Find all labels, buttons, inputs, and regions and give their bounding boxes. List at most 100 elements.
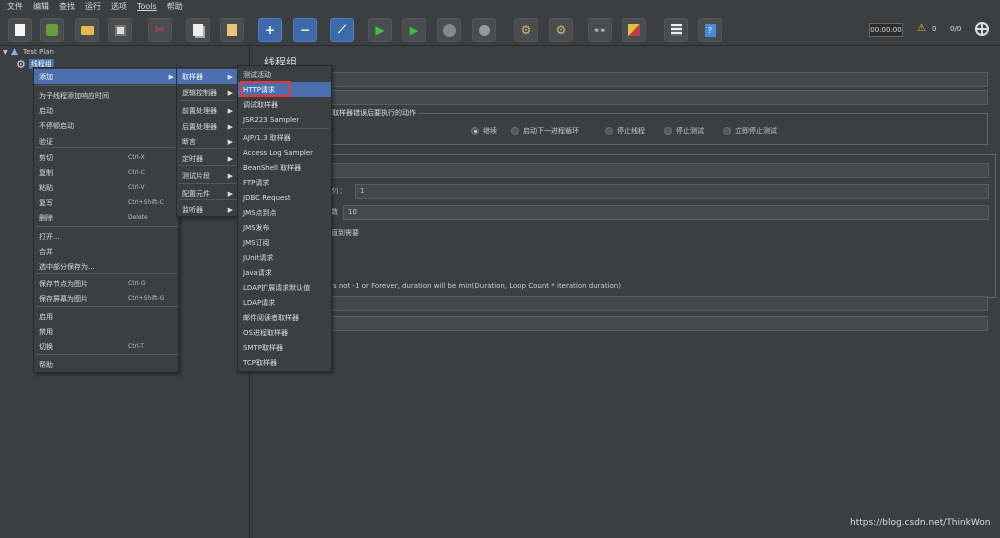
start-no-pause-button[interactable]: ▶: [402, 18, 426, 42]
toggle-button[interactable]: ⟋: [330, 18, 354, 42]
menu-separator: [179, 100, 237, 101]
ramp-up-field[interactable]: 1: [355, 184, 989, 199]
expand-button[interactable]: +: [258, 18, 282, 42]
menu-item[interactable]: 后置处理器 ▶: [177, 119, 237, 134]
radio-next-loop[interactable]: 启动下一进程循环: [511, 126, 579, 136]
menu-item[interactable]: JMS订阅: [238, 235, 331, 250]
menu-item[interactable]: JMS点到点: [238, 205, 331, 220]
reset-search-button[interactable]: [622, 18, 646, 42]
menu-item[interactable]: OS进程取样器: [238, 325, 331, 340]
menu-tools[interactable]: Tools: [132, 0, 162, 14]
cut-button[interactable]: ✂: [148, 18, 172, 42]
menu-item[interactable]: 保存节点为图片 Ctrl-G: [34, 276, 178, 291]
loop-count-field[interactable]: 10: [343, 205, 989, 220]
menu-item[interactable]: JUnit请求: [238, 250, 331, 265]
remote-icon[interactable]: [975, 22, 989, 36]
clear-button[interactable]: ⚙: [514, 18, 538, 42]
menu-item[interactable]: 断言 ▶: [177, 134, 237, 149]
menu-options[interactable]: 选项: [106, 0, 132, 14]
copy-button[interactable]: [186, 18, 210, 42]
menu-item[interactable]: TCP取样器: [238, 355, 331, 370]
clear-all-button[interactable]: ⚙: [549, 18, 573, 42]
menu-item[interactable]: 帮助: [34, 357, 178, 372]
menu-item[interactable]: 打开...: [34, 229, 178, 244]
comments-field[interactable]: [258, 90, 988, 105]
threads-field[interactable]: [329, 163, 989, 178]
function-helper-button[interactable]: [664, 18, 688, 42]
menu-item-label: OS进程取样器: [243, 328, 288, 337]
search-button[interactable]: 👓: [588, 18, 612, 42]
duration-field[interactable]: [258, 296, 988, 311]
menu-item[interactable]: 测试活动: [238, 67, 331, 82]
menu-item[interactable]: BeanShell 取样器: [238, 160, 331, 175]
menu-item[interactable]: 切换 Ctrl-T: [34, 339, 178, 354]
tree-item-test-plan[interactable]: ▼ ▲ Test Plan: [3, 46, 54, 58]
menu-item[interactable]: 启用: [34, 309, 178, 324]
menu-item[interactable]: LDAP请求: [238, 295, 331, 310]
start-button[interactable]: ▶: [368, 18, 392, 42]
menu-item-shortcut: Ctrl-G: [128, 280, 146, 287]
menu-item[interactable]: 邮件阅读者取样器: [238, 310, 331, 325]
menu-item[interactable]: 选中部分保存为...: [34, 259, 178, 274]
help-button[interactable]: ?: [698, 18, 722, 42]
menu-item-label: 复制: [39, 168, 53, 177]
menu-item[interactable]: 禁用: [34, 324, 178, 339]
menu-item[interactable]: JMS发布: [238, 220, 331, 235]
menu-item-label: 复写: [39, 198, 53, 207]
paste-button[interactable]: [220, 18, 244, 42]
menu-item[interactable]: 剪切 Ctrl-X: [34, 150, 178, 165]
collapse-button[interactable]: −: [293, 18, 317, 42]
menu-item[interactable]: 为子线程添加响应时间: [34, 88, 178, 103]
templates-button[interactable]: [40, 18, 64, 42]
menu-item[interactable]: 监听器 ▶: [177, 202, 237, 217]
menu-item[interactable]: 删除 Delete: [34, 210, 178, 225]
save-button[interactable]: [108, 18, 132, 42]
menu-item[interactable]: 复写 Ctrl+Shift-C: [34, 195, 178, 210]
menu-run[interactable]: 运行: [80, 0, 106, 14]
menu-item[interactable]: 启动: [34, 103, 178, 118]
stop-button[interactable]: [437, 18, 461, 42]
radio-stop-test-now[interactable]: 立即停止测试: [723, 126, 777, 136]
menu-item[interactable]: 前置处理器 ▶: [177, 103, 237, 118]
menu-item[interactable]: Java请求: [238, 265, 331, 280]
radio-stop-test[interactable]: 停止测试: [664, 126, 704, 136]
menu-item[interactable]: 调试取样器: [238, 97, 331, 112]
menu-item[interactable]: 定时器 ▶: [177, 151, 237, 166]
menu-search[interactable]: 查找: [54, 0, 80, 14]
menu-item[interactable]: Access Log Sampler: [238, 145, 331, 160]
new-button[interactable]: [8, 18, 32, 42]
shutdown-button[interactable]: [472, 18, 496, 42]
menu-help[interactable]: 帮助: [162, 0, 188, 14]
menu-separator: [36, 226, 178, 227]
radio-continue[interactable]: 继续: [471, 126, 497, 136]
menu-item[interactable]: FTP请求: [238, 175, 331, 190]
menu-item[interactable]: LDAP扩展请求默认值: [238, 280, 331, 295]
menu-separator: [36, 306, 178, 307]
startup-delay-field[interactable]: [258, 316, 988, 331]
menu-item-label: 为子线程添加响应时间: [39, 91, 109, 100]
menu-item[interactable]: 添加 ▶: [34, 69, 178, 84]
radio-stop-thread[interactable]: 停止线程: [605, 126, 645, 136]
submenu-arrow-icon: ▶: [227, 88, 233, 97]
menu-item[interactable]: AJP/1.3 取样器: [238, 130, 331, 145]
menu-item[interactable]: 测试片段 ▶: [177, 168, 237, 183]
menu-edit[interactable]: 编辑: [28, 0, 54, 14]
menu-item[interactable]: JDBC Request: [238, 190, 331, 205]
menu-file[interactable]: 文件: [2, 0, 28, 14]
open-button[interactable]: [75, 18, 99, 42]
menu-item[interactable]: 保存屏幕为图片 Ctrl+Shift-G: [34, 291, 178, 306]
menu-item[interactable]: 粘贴 Ctrl-V: [34, 180, 178, 195]
menu-item[interactable]: SMTP取样器: [238, 340, 331, 355]
menu-item[interactable]: 取样器 ▶: [177, 69, 237, 84]
menu-item[interactable]: JSR223 Sampler: [238, 112, 331, 127]
name-field[interactable]: [258, 72, 988, 87]
menu-item[interactable]: 合并: [34, 244, 178, 259]
menu-item[interactable]: 配置元件 ▶: [177, 186, 237, 201]
menu-item[interactable]: 复制 Ctrl-C: [34, 165, 178, 180]
warning-icon[interactable]: ⚠: [917, 23, 926, 34]
menu-item[interactable]: 不停顿启动: [34, 118, 178, 133]
menu-item-label: 切换: [39, 342, 53, 351]
menu-item[interactable]: 验证: [34, 134, 178, 149]
menu-item[interactable]: 逻辑控制器 ▶: [177, 85, 237, 100]
collapse-toggle-icon[interactable]: ▼: [3, 49, 11, 56]
